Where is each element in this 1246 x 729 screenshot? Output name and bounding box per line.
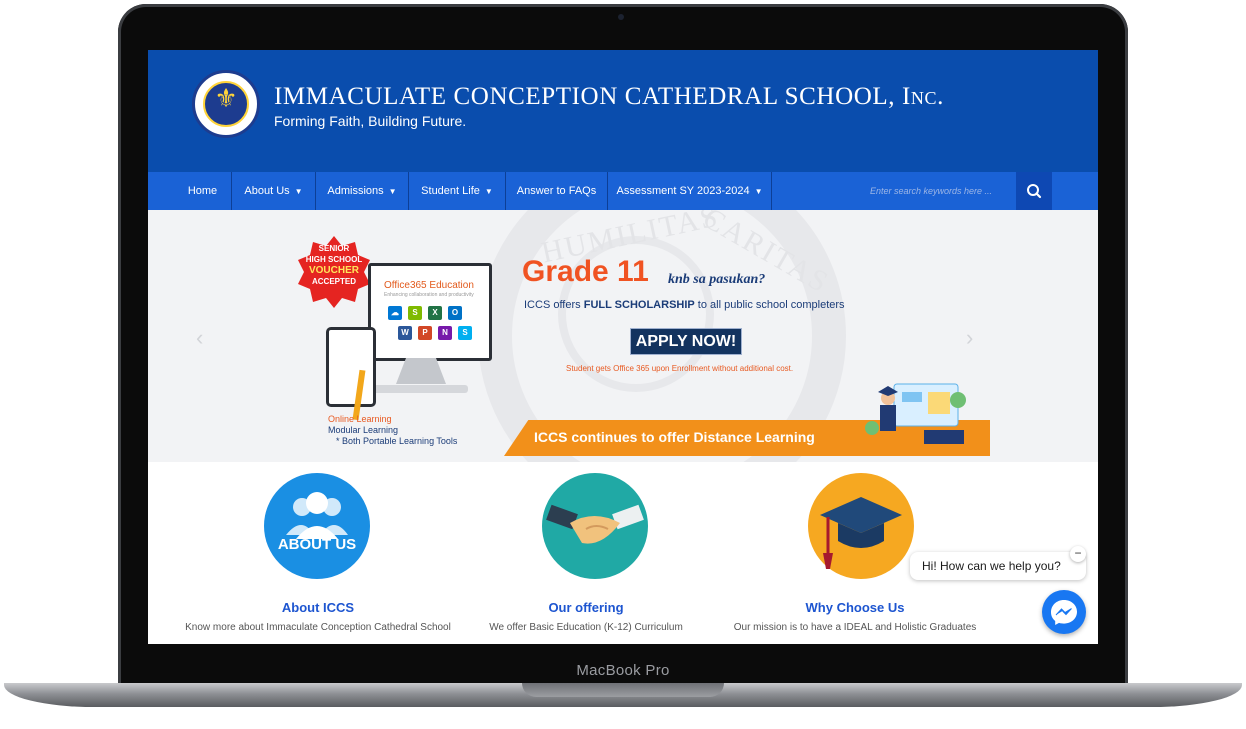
feature-title-about[interactable]: About ICCS [168,600,468,615]
excel-icon: X [428,306,442,320]
nav-assessment[interactable]: Assessment SY 2023-2024 ▼ [608,172,772,210]
chat-greeting-bubble[interactable]: Hi! How can we help you? [910,552,1086,580]
monitor-stand-base [370,385,468,393]
nav-home-label: Home [187,185,218,197]
onenote-icon: N [438,326,452,340]
nav-about-us[interactable]: About Us ▼ [232,172,316,210]
word-icon: W [398,326,412,340]
search-button[interactable] [1016,172,1052,210]
sway-icon: S [408,306,422,320]
nav-student-life-label: Student Life [421,185,480,197]
site-tagline: Forming Faith, Building Future. [274,113,467,129]
nav-student-life[interactable]: Student Life ▼ [409,172,506,210]
camera [618,14,624,20]
offer-bold: FULL SCHOLARSHIP [583,299,695,311]
caret-down-icon: ▼ [754,187,763,196]
users-icon [286,492,348,539]
slider-next-arrow[interactable]: › [966,325,973,351]
skype-icon: S [458,326,472,340]
graduation-cap-icon[interactable] [808,473,914,579]
office365-subtitle: Enhancing collaboration and productivity [384,292,474,298]
chat-close-icon[interactable]: − [1070,546,1086,562]
search-input[interactable]: Enter search keywords here ... [870,172,992,210]
laptop-notch [522,683,724,697]
fleur-de-lis-icon: ⚜ [214,83,238,113]
messenger-chat-button[interactable] [1042,590,1086,634]
device-label: MacBook Pro [576,662,670,679]
learning-line-2: Modular Learning [328,425,399,435]
caret-down-icon: ▼ [388,187,397,196]
site-title-suffix: Inc. [901,83,944,110]
voucher-line1: SENIOR [318,244,350,253]
search-icon [1027,184,1042,199]
office365-title: Office365 Education [384,280,474,291]
powerpoint-icon: P [418,326,432,340]
main-nav: Home About Us ▼ Admissions ▼ Student Life ▼… [148,172,1098,210]
learning-line-1: Online Learning [328,414,392,424]
outlook-icon: O [448,306,462,320]
grade-heading: Grade 11 [522,255,649,288]
grade-tagline: knb sa pasukan? [668,272,766,287]
monitor-stand [396,358,446,384]
handshake-graphic [546,504,644,544]
nav-faqs-label: Answer to FAQs [516,185,597,197]
hero-slider: HUMILITAS CARITAS ‹ › SENIOR HIGH SCHOOL… [148,210,1098,462]
nav-home[interactable]: Home [174,172,232,210]
nav-admissions-label: Admissions [327,185,384,197]
slider-prev-arrow[interactable]: ‹ [196,325,203,351]
browser-screen: ⚜ IMMACULATE CONCEPTION CATHEDRAL SCHOOL… [148,50,1098,644]
scholarship-offer: ICCS offers FULL SCHOLARSHIP to all publ… [524,299,845,311]
distance-learning-text: ICCS continues to offer Distance Learnin… [534,429,815,445]
caret-down-icon: ▼ [294,187,303,196]
office365-note: Student gets Office 365 upon Enrollment … [566,364,794,373]
nav-about-label: About Us [244,185,290,197]
nav-faqs[interactable]: Answer to FAQs [506,172,608,210]
nav-assessment-label: Assessment SY 2023-2024 [616,185,750,197]
about-us-icon[interactable] [264,473,370,579]
feature-desc-why: Our mission is to have a IDEAL and Holis… [733,622,977,633]
site-header: ⚜ IMMACULATE CONCEPTION CATHEDRAL SCHOOL… [148,50,1098,172]
apply-now-button[interactable]: APPLY NOW! [630,328,742,355]
feature-title-offering[interactable]: Our offering [436,600,736,615]
voucher-badge-text: SENIOR HIGH SCHOOL VOUCHER ACCEPTED [298,243,370,287]
offer-suffix: to all public school completers [694,299,845,311]
graduate-illustration [865,383,966,444]
mortarboard-graphic [820,497,902,569]
about-us-icon-text: ABOUT US [277,536,357,553]
voucher-line4: ACCEPTED [311,277,356,286]
feature-title-why[interactable]: Why Choose Us [705,600,1005,615]
handshake-icon[interactable] [542,473,648,579]
learning-line-3: * Both Portable Learning Tools [336,436,458,446]
messenger-icon [1051,600,1077,625]
tablet-illustration [326,327,376,407]
nav-admissions[interactable]: Admissions ▼ [316,172,409,210]
school-logo[interactable]: ⚜ [192,70,260,138]
site-title[interactable]: IMMACULATE CONCEPTION CATHEDRAL SCHOOL, … [274,83,944,111]
onedrive-icon: ☁ [388,306,402,320]
voucher-line3: VOUCHER [308,265,359,276]
voucher-line2: HIGH SCHOOL [305,255,363,264]
offer-prefix: ICCS offers [524,299,584,311]
caret-down-icon: ▼ [484,187,493,196]
